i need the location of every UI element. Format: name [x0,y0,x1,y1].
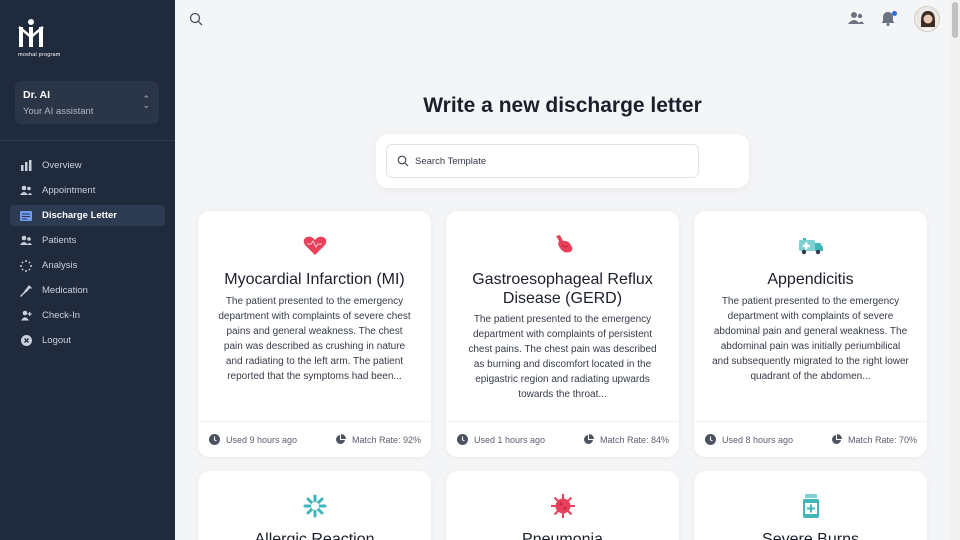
assistant-selector[interactable]: Dr. AI Your AI assistant ⌃ ⌄ [15,81,159,124]
template-card-pneumonia[interactable]: Pneumonia [446,471,679,540]
template-card-severe-burns[interactable]: Severe Burns [694,471,927,540]
clock-icon [705,434,716,445]
sidebar-item-label: Check-In [42,310,81,321]
sidebar-item-label: Analysis [42,260,78,271]
sidebar-item-label: Medication [42,285,88,296]
sidebar-item-label: Appointment [42,185,96,196]
bell-icon[interactable] [881,11,897,27]
users-icon[interactable] [848,11,864,27]
sidebar-item-logout[interactable]: Logout [10,330,165,351]
sidebar-item-medication[interactable]: Medication [10,280,165,301]
search-input[interactable] [415,155,675,167]
brand-logo[interactable]: moshal program [18,18,78,62]
card-title: Myocardial Infarction (MI) [224,271,405,288]
logo-mark-icon [18,19,44,47]
match-rate: Match Rate: 84% [599,434,669,445]
card-title: Pneumonia [522,531,603,540]
template-card-allergic-reaction[interactable]: Allergic Reaction [198,471,431,540]
search-icon [397,155,409,167]
chevron-updown-icon: ⌃ ⌄ [142,94,150,110]
clock-icon [209,434,220,445]
sidebar-item-label: Logout [42,335,72,346]
virus-icon [550,493,576,519]
allergy-icon [302,493,328,519]
loader-icon [20,259,32,272]
card-description: The patient presented to the emergency d… [712,296,909,382]
card-title: Appendicitis [767,271,854,288]
pie-chart-icon [831,434,842,444]
used-time: Used 9 hours ago [226,434,298,445]
search-icon[interactable] [189,12,205,28]
sidebar-item-overview[interactable]: Overview [10,155,165,176]
page-title: Write a new discharge letter [423,94,702,117]
assistant-name: Dr. AI [23,89,51,101]
card-footer: Used 1 hours ago Match Rate: 84% [446,421,679,457]
card-title: Gastroesophageal Reflux Disease (GERD) [472,271,653,307]
scrollbar[interactable] [950,0,960,540]
patients-icon [20,235,32,247]
sidebar-item-analysis[interactable]: Analysis [10,255,165,276]
scrollbar-thumb[interactable] [952,2,958,38]
search-card [376,134,749,188]
medicine-bottle-icon [798,493,824,519]
sidebar-item-patients[interactable]: Patients [10,230,165,251]
sidebar-item-label: Overview [42,160,82,171]
assistant-subtitle: Your AI assistant [23,106,94,117]
template-card-appendicitis[interactable]: Appendicitis The patient presented to th… [694,211,927,457]
sidebar-item-check-in[interactable]: Check-In [10,305,165,326]
logo-text: moshal program [18,52,61,58]
close-circle-icon [20,335,32,347]
pie-chart-icon [583,434,594,444]
document-icon [20,210,32,222]
avatar[interactable] [914,6,940,32]
sidebar-item-label: Discharge Letter [42,210,117,221]
template-card-mi[interactable]: Myocardial Infarction (MI) The patient p… [198,211,431,457]
sidebar-divider [0,140,175,141]
card-footer: Used 8 hours ago Match Rate: 70% [694,421,927,457]
ambulance-icon [798,233,824,259]
pie-chart-icon [335,434,346,444]
search-field[interactable] [386,144,699,178]
card-description: The patient presented to the emergency d… [468,314,657,400]
clock-icon [457,434,468,445]
bar-chart-icon [20,160,32,172]
used-time: Used 8 hours ago [722,434,794,445]
stomach-icon [550,233,576,259]
notification-dot [892,11,897,16]
card-description: The patient presented to the emergency d… [218,296,411,382]
heart-icon [302,233,328,259]
sidebar-item-label: Patients [42,235,77,246]
sidebar: moshal program Dr. AI Your AI assistant … [0,0,175,540]
card-footer: Used 9 hours ago Match Rate: 92% [198,421,431,457]
match-rate: Match Rate: 92% [351,434,421,445]
template-card-gerd[interactable]: Gastroesophageal Reflux Disease (GERD) T… [446,211,679,457]
syringe-icon [20,284,32,297]
card-title: Allergic Reaction [254,531,375,540]
sidebar-nav: Overview Appointment Discharge Letter Pa… [10,155,165,355]
sidebar-item-discharge-letter[interactable]: Discharge Letter [10,205,165,226]
users-icon [20,185,32,197]
match-rate: Match Rate: 70% [847,434,917,445]
top-right-actions [848,6,940,32]
used-time: Used 1 hours ago [474,434,546,445]
sidebar-item-appointment[interactable]: Appointment [10,180,165,201]
user-plus-icon [20,310,32,322]
card-title: Severe Burns [762,531,859,540]
